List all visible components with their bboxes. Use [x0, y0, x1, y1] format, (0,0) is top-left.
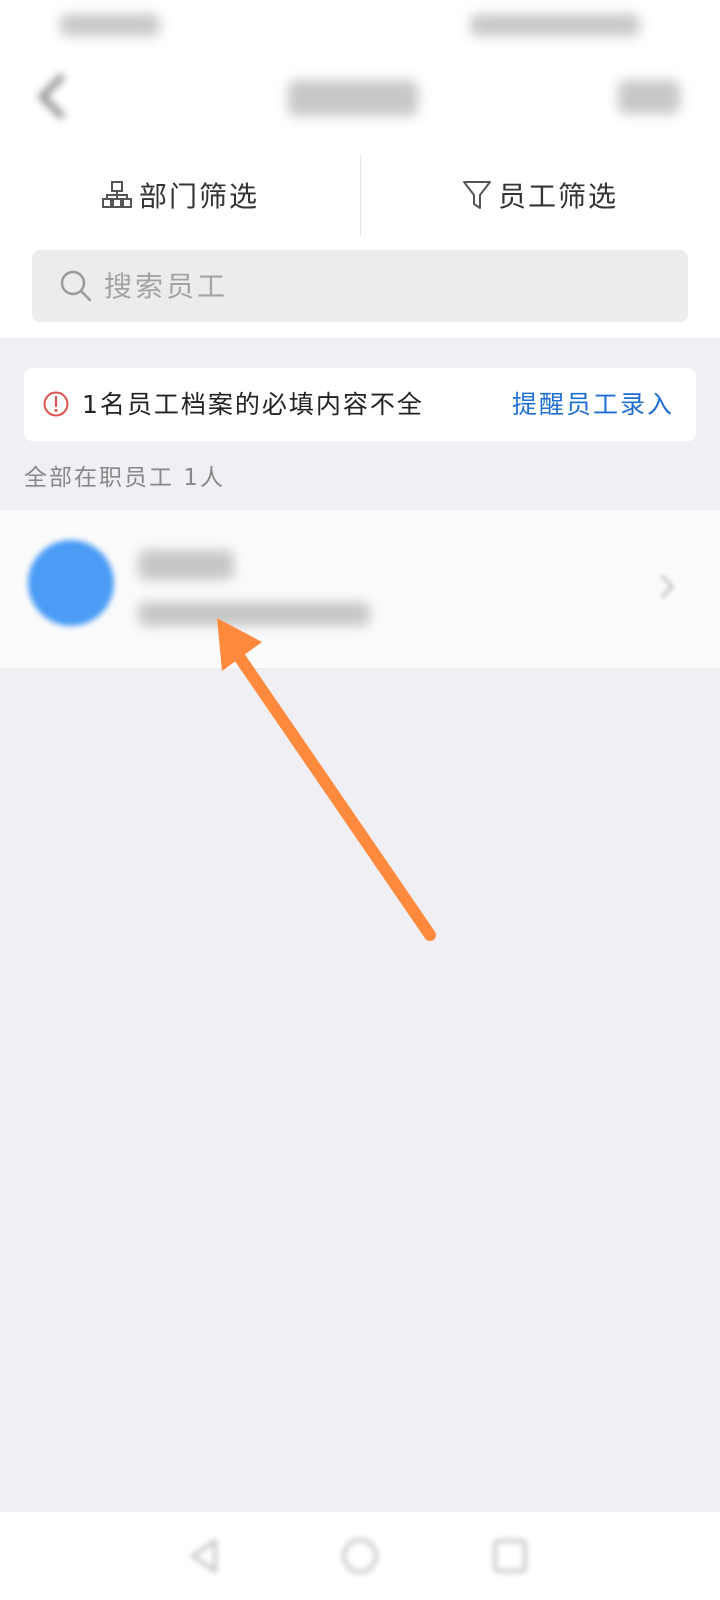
annotation-arrow	[217, 618, 436, 941]
nav-recents-icon[interactable]	[490, 1536, 530, 1576]
nav-home-icon[interactable]	[340, 1536, 380, 1576]
nav-back-icon[interactable]	[185, 1536, 225, 1576]
system-nav-bar	[0, 1512, 720, 1600]
